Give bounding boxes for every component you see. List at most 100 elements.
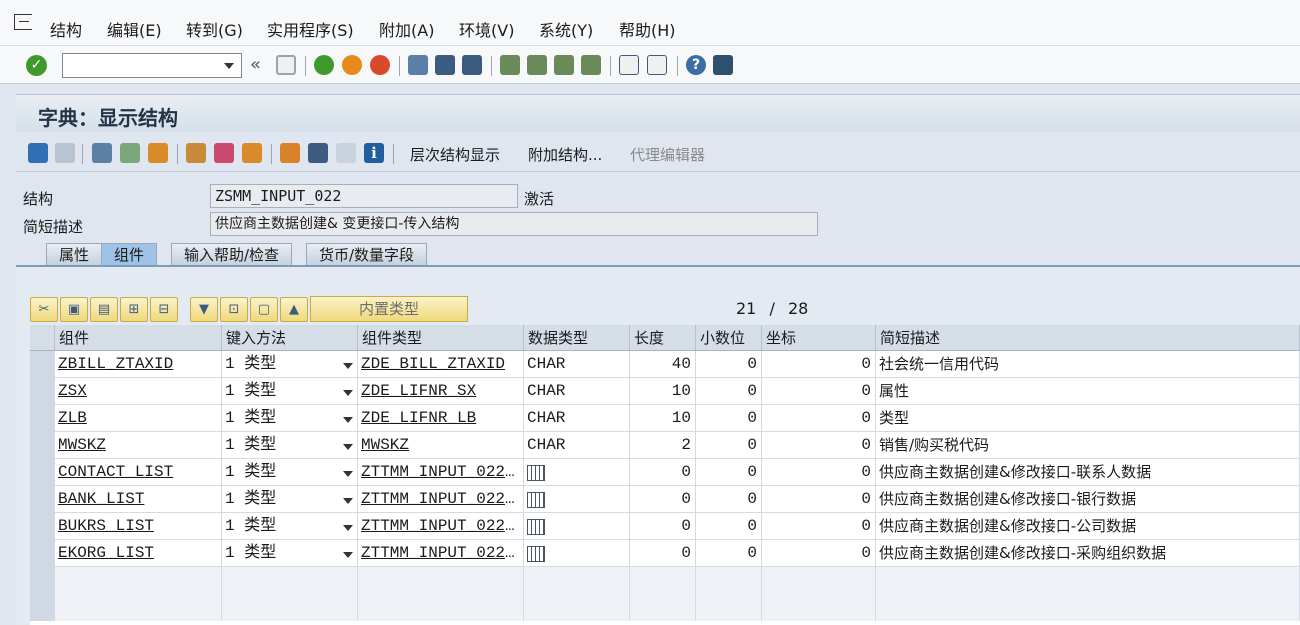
move-down-icon[interactable]: ▼ [190, 297, 218, 322]
table-row[interactable]: MWSKZ 1 类型 MWSKZ CHAR 2 0 0 销售/购买税代码 [30, 432, 1300, 459]
first-page-icon[interactable] [500, 55, 520, 75]
menu-environment[interactable]: 环境(V) [459, 17, 514, 41]
tab-components[interactable]: 组件 [101, 243, 158, 265]
cell-length[interactable]: 0 [630, 486, 696, 513]
cell-desc[interactable]: 供应商主数据创建&修改接口-采购组织数据 [876, 540, 1300, 567]
cell-data-type[interactable] [524, 567, 630, 594]
exit-icon[interactable] [342, 55, 362, 75]
cell-decimals[interactable]: 0 [696, 486, 762, 513]
shortcut-icon[interactable] [647, 55, 667, 75]
cell-decimals[interactable]: 0 [696, 351, 762, 378]
find-icon[interactable] [435, 55, 455, 75]
insert-row-icon[interactable]: ⊞ [120, 297, 148, 322]
comp-type-value[interactable]: ZTTMM_INPUT_022... [361, 463, 523, 481]
chevron-down-icon[interactable] [224, 63, 234, 69]
check-icon[interactable] [148, 143, 168, 163]
table-row[interactable]: BUKRS_LIST 1 类型 ZTTMM_INPUT_022... 0 0 0 供应商主数… [30, 513, 1300, 540]
cell-desc[interactable]: 销售/购买税代码 [876, 432, 1300, 459]
cell-length[interactable]: 0 [630, 459, 696, 486]
cell-component[interactable]: CONTACT_LIST [55, 459, 222, 486]
customize-layout-icon[interactable] [713, 55, 733, 75]
menu-edit[interactable]: 编辑(E) [107, 17, 162, 41]
comp-type-value[interactable]: ZDE_BILL_ZTAXID [361, 355, 505, 373]
previous-page-icon[interactable] [527, 55, 547, 75]
component-value[interactable]: ZSX [58, 382, 87, 400]
cell-method[interactable] [222, 594, 358, 621]
cell-coord[interactable]: 0 [762, 351, 876, 378]
component-value[interactable]: MWSKZ [58, 436, 106, 454]
move-up-icon[interactable]: ▲ [280, 297, 308, 322]
column-header[interactable]: 组件 [55, 325, 222, 351]
cell-comp-type[interactable]: ZTTMM_INPUT_022... [358, 513, 524, 540]
table-row[interactable]: ZSX 1 类型 ZDE_LIFNR_SX CHAR 10 0 0 属性 [30, 378, 1300, 405]
chevron-down-icon[interactable] [343, 552, 353, 558]
chevron-down-icon[interactable] [343, 444, 353, 450]
cell-data-type[interactable] [524, 594, 630, 621]
table-row[interactable]: ZLB 1 类型 ZDE_LIFNR_LB CHAR 10 0 0 类型 [30, 405, 1300, 432]
cancel-icon[interactable] [370, 55, 390, 75]
select-all-icon[interactable]: ▢ [250, 297, 278, 322]
append-structure-button[interactable]: 附加结构... [528, 144, 602, 165]
menu-help[interactable]: 帮助(H) [619, 17, 676, 41]
row-selector[interactable] [30, 459, 55, 486]
builtin-type-button[interactable]: 内置类型 [310, 296, 468, 322]
row-selector[interactable] [30, 513, 55, 540]
comp-type-value[interactable]: ZDE_LIFNR_SX [361, 382, 476, 400]
cell-length[interactable]: 40 [630, 351, 696, 378]
indexes-icon[interactable] [336, 143, 356, 163]
table-row[interactable] [30, 594, 1300, 621]
cell-component[interactable]: ZBILL_ZTAXID [55, 351, 222, 378]
row-selector[interactable] [30, 567, 55, 594]
arrow-left-icon[interactable] [28, 143, 48, 163]
display-change-icon[interactable] [92, 143, 112, 163]
cell-component[interactable]: BANK_LIST [55, 486, 222, 513]
new-session-icon[interactable] [619, 55, 639, 75]
cell-desc[interactable]: 类型 [876, 405, 1300, 432]
select-block-icon[interactable]: ⊡ [220, 297, 248, 322]
cell-component[interactable]: ZSX [55, 378, 222, 405]
enter-check-icon[interactable]: ✓ [26, 55, 47, 76]
print-icon[interactable] [408, 55, 428, 75]
menu-extras[interactable]: 附加(A) [379, 17, 434, 41]
tab-currency-quantity[interactable]: 货币/数量字段 [306, 243, 428, 265]
column-header[interactable]: 键入方法 [222, 325, 358, 351]
menu-goto[interactable]: 转到(G) [186, 17, 243, 41]
comp-type-value[interactable]: ZTTMM_INPUT_022... [361, 544, 523, 562]
menu-utilities[interactable]: 实用程序(S) [267, 17, 354, 41]
cell-data-type[interactable] [524, 459, 630, 486]
chevron-down-icon[interactable] [343, 417, 353, 423]
cell-length[interactable] [630, 594, 696, 621]
cell-method[interactable]: 1 类型 [222, 486, 358, 513]
comp-type-value[interactable]: ZTTMM_INPUT_022... [361, 517, 523, 535]
back-icon[interactable] [314, 55, 334, 75]
save-icon[interactable] [276, 55, 296, 75]
hierarchy-icon[interactable] [280, 143, 300, 163]
tab-input-help[interactable]: 输入帮助/检查 [171, 243, 293, 265]
cell-component[interactable]: ZLB [55, 405, 222, 432]
cell-comp-type[interactable]: ZTTMM_INPUT_022... [358, 486, 524, 513]
cell-desc[interactable] [876, 567, 1300, 594]
component-value[interactable]: ZBILL_ZTAXID [58, 355, 173, 373]
where-used-icon[interactable] [242, 143, 262, 163]
cell-data-type[interactable]: CHAR [524, 351, 630, 378]
comp-type-value[interactable]: ZDE_LIFNR_LB [361, 409, 476, 427]
table-row[interactable] [30, 567, 1300, 594]
column-header[interactable]: 坐标 [762, 325, 876, 351]
comp-type-value[interactable]: ZTTMM_INPUT_022... [361, 490, 523, 508]
technical-settings-icon[interactable] [308, 143, 328, 163]
cell-method[interactable]: 1 类型 [222, 378, 358, 405]
cell-desc[interactable]: 供应商主数据创建&修改接口-银行数据 [876, 486, 1300, 513]
last-page-icon[interactable] [581, 55, 601, 75]
cell-coord[interactable]: 0 [762, 432, 876, 459]
chevron-down-icon[interactable] [343, 363, 353, 369]
cell-desc[interactable] [876, 594, 1300, 621]
cell-decimals[interactable]: 0 [696, 540, 762, 567]
cell-method[interactable]: 1 类型 [222, 432, 358, 459]
cell-component[interactable]: EKORG_LIST [55, 540, 222, 567]
chevron-down-icon[interactable] [343, 471, 353, 477]
cell-comp-type[interactable]: ZDE_BILL_ZTAXID [358, 351, 524, 378]
cell-component[interactable]: MWSKZ [55, 432, 222, 459]
find-next-icon[interactable] [462, 55, 482, 75]
cell-comp-type[interactable] [358, 567, 524, 594]
cell-coord[interactable]: 0 [762, 486, 876, 513]
